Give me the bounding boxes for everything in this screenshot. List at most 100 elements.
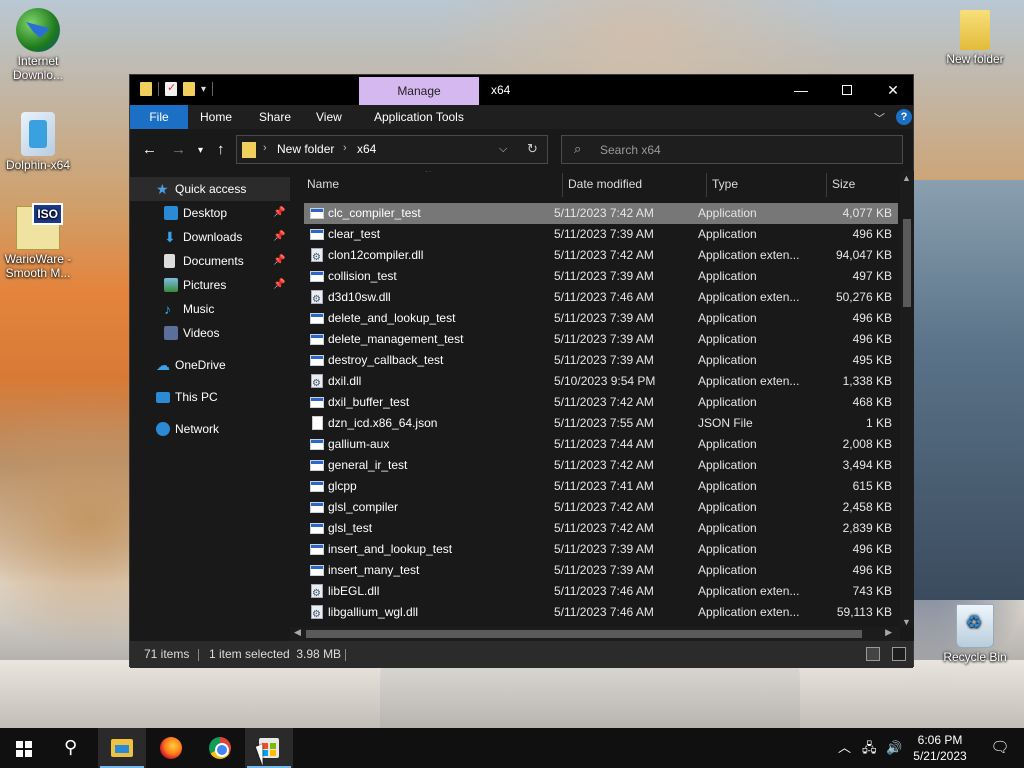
file-size: 1,338 KB [842, 374, 892, 388]
scroll-right-icon[interactable]: ▶ [885, 627, 892, 638]
properties-icon[interactable] [165, 81, 177, 96]
table-row[interactable]: gallium-aux 5/11/2023 7:44 AM Application 2… [304, 434, 898, 455]
sidebar-item-music[interactable]: ♪ Music [130, 297, 290, 321]
tab-file[interactable]: File [130, 105, 188, 129]
table-row[interactable]: delete_and_lookup_test 5/11/2023 7:39 AM A… [304, 308, 898, 329]
taskbar-file-explorer[interactable] [98, 728, 146, 768]
table-row[interactable]: destroy_callback_test 5/11/2023 7:39 AM Ap… [304, 350, 898, 371]
chevron-right-icon[interactable]: › [263, 142, 267, 154]
table-row[interactable]: delete_management_test 5/11/2023 7:39 AM A… [304, 329, 898, 350]
scrollbar-thumb[interactable] [306, 630, 862, 638]
tab-home[interactable]: Home [188, 105, 244, 129]
desktop-icon-new-folder[interactable]: New folder [937, 10, 1013, 66]
table-row[interactable]: insert_and_lookup_test 5/11/2023 7:39 AM A… [304, 539, 898, 560]
scrollbar-thumb[interactable] [903, 219, 911, 307]
start-button[interactable] [0, 728, 48, 768]
folder-icon[interactable] [140, 82, 152, 96]
file-size: 1 KB [865, 416, 892, 430]
tab-manage[interactable]: Manage [359, 77, 479, 105]
file-date: 5/11/2023 7:41 AM [554, 479, 654, 493]
table-row[interactable]: glsl_test 5/11/2023 7:42 AM Application 2,8… [304, 518, 898, 539]
tab-view[interactable]: View [304, 105, 354, 129]
table-row[interactable]: clc_compiler_test 5/11/2023 7:42 AM Applic… [304, 203, 898, 224]
tab-share[interactable]: Share [247, 105, 303, 129]
table-row[interactable]: clon12compiler.dll 5/11/2023 7:42 AM Appli… [304, 245, 898, 268]
table-row[interactable]: dzn_icd.x86_64.json 5/11/2023 7:55 AM JSON… [304, 413, 898, 434]
file-type: Application exten... [698, 584, 800, 598]
table-row[interactable]: libEGL.dll 5/11/2023 7:46 AM Application e… [304, 581, 898, 604]
address-dropdown-icon[interactable]: ⌵ [499, 143, 507, 156]
sidebar-item-documents[interactable]: Documents 📌 [130, 249, 290, 273]
tab-application-tools[interactable]: Application Tools [362, 105, 476, 129]
sidebar-item-pictures[interactable]: Pictures 📌 [130, 273, 290, 297]
forward-button[interactable]: → [171, 141, 186, 158]
customize-toolbar-icon[interactable]: ▾ [201, 84, 206, 95]
file-size: 50,276 KB [835, 290, 892, 304]
column-header-type[interactable]: Type [712, 171, 822, 197]
vertical-scrollbar[interactable]: ▲ ▼ [900, 171, 914, 627]
taskbar-clock[interactable]: 6:06 PM 5/21/2023 [910, 732, 970, 764]
taskbar-firefox[interactable] [147, 728, 195, 768]
action-center-icon[interactable]: 🗨 [976, 728, 1024, 768]
sidebar-item-this-pc[interactable]: This PC [130, 385, 290, 409]
help-icon[interactable]: ? [896, 109, 912, 125]
desktop-icon-idm[interactable]: Internet Downlo... [0, 8, 76, 82]
idm-icon [16, 8, 60, 52]
table-row[interactable]: libgallium_wgl.dll 5/11/2023 7:46 AM Appli… [304, 602, 898, 625]
new-folder-icon[interactable] [183, 82, 195, 96]
breadcrumb-x64[interactable]: x64 [357, 142, 376, 156]
column-header-date-modified[interactable]: Date modified [568, 171, 703, 197]
sidebar-item-onedrive[interactable]: ☁ OneDrive [130, 353, 290, 377]
large-icons-view-button[interactable] [892, 647, 906, 661]
volume-icon[interactable]: 🔊 [886, 728, 902, 768]
minimize-button[interactable]: — [778, 75, 824, 105]
desktop-icon-dolphin[interactable]: Dolphin-x64 [0, 112, 76, 172]
application-icon [310, 313, 324, 324]
close-button[interactable]: ✕ [870, 75, 916, 105]
search-input[interactable] [600, 141, 890, 159]
sidebar-item-videos[interactable]: Videos [130, 321, 290, 345]
table-row[interactable]: insert_many_test 5/11/2023 7:39 AM Applica… [304, 560, 898, 581]
network-icon[interactable]: 🖧 [862, 728, 877, 768]
horizontal-scrollbar[interactable]: ◀ ▶ [290, 627, 900, 641]
taskbar-search-button[interactable]: ⚲ [48, 728, 96, 768]
address-bar[interactable]: › New folder › x64 ⌵ ↻ [236, 135, 548, 164]
table-row[interactable]: d3d10sw.dll 5/11/2023 7:46 AM Application … [304, 287, 898, 310]
clock-date: 5/21/2023 [913, 749, 967, 763]
sidebar-item-network[interactable]: Network [130, 417, 290, 441]
breadcrumb-new-folder[interactable]: New folder [277, 142, 334, 156]
application-icon [310, 208, 324, 219]
title-bar[interactable]: ▾ Manage x64 — ✕ [130, 75, 913, 105]
details-view-button[interactable] [866, 647, 880, 661]
show-hidden-icons[interactable]: ︿ [838, 728, 851, 768]
up-button[interactable]: ↑ [217, 141, 225, 158]
refresh-icon[interactable]: ↻ [527, 141, 538, 157]
application-icon [310, 565, 324, 576]
table-row[interactable]: dxil_buffer_test 5/11/2023 7:42 AM Applica… [304, 392, 898, 413]
scroll-left-icon[interactable]: ◀ [294, 627, 301, 638]
desktop-icon-recycle-bin[interactable]: Recycle Bin [937, 604, 1013, 664]
file-date: 5/11/2023 7:39 AM [554, 311, 654, 325]
table-row[interactable]: collision_test 5/11/2023 7:39 AM Applicati… [304, 266, 898, 287]
maximize-button[interactable] [824, 75, 870, 105]
column-header-size[interactable]: Size [832, 171, 902, 197]
dll-file-icon [311, 247, 323, 268]
back-button[interactable]: ← [142, 141, 157, 158]
recent-locations-button[interactable]: ▾ [198, 145, 203, 156]
sidebar-item-desktop[interactable]: Desktop 📌 [130, 201, 290, 225]
table-row[interactable]: glsl_compiler 5/11/2023 7:42 AM Applicatio… [304, 497, 898, 518]
table-row[interactable]: dxil.dll 5/10/2023 9:54 PM Application ext… [304, 371, 898, 394]
chevron-right-icon[interactable]: › [343, 142, 347, 154]
taskbar-chrome[interactable] [196, 728, 244, 768]
search-box[interactable]: ⌕ [561, 135, 903, 164]
table-row[interactable]: general_ir_test 5/11/2023 7:42 AM Applicat… [304, 455, 898, 476]
scroll-down-icon[interactable]: ▼ [902, 617, 911, 627]
table-row[interactable]: clear_test 5/11/2023 7:39 AM Application 49… [304, 224, 898, 245]
desktop-icon-warioware[interactable]: ISO WarioWare - Smooth M... [0, 203, 76, 280]
sidebar-item-downloads[interactable]: ⬇ Downloads 📌 [130, 225, 290, 249]
scroll-up-icon[interactable]: ▲ [902, 173, 911, 183]
expand-ribbon-icon[interactable]: ﹀ [874, 110, 885, 126]
table-row[interactable]: glcpp 5/11/2023 7:41 AM Application 615 KB [304, 476, 898, 497]
sidebar-item-quick-access[interactable]: ★ Quick access [130, 177, 290, 201]
column-header-name[interactable]: Name [307, 171, 557, 197]
